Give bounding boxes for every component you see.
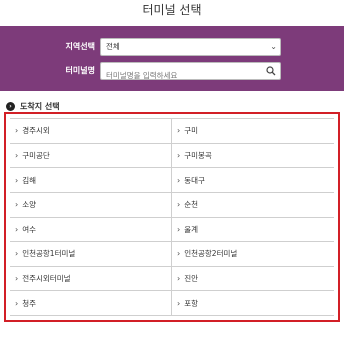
chevron-right-icon: › [15, 150, 19, 160]
terminal-name: 포항 [184, 298, 199, 308]
chevron-right-icon: › [15, 274, 19, 284]
terminal-search-box [100, 62, 281, 84]
chevron-right-icon: › [177, 150, 181, 160]
terminal-item[interactable]: › 순천 [172, 193, 334, 218]
destination-heading-label: 도착지 선택 [20, 101, 60, 111]
region-select[interactable]: 전체 ⌄ [100, 38, 281, 56]
terminal-item[interactable]: › 소양 [10, 192, 172, 218]
terminal-item[interactable]: › 청주 [10, 291, 172, 316]
chevron-right-icon: › [15, 126, 19, 136]
terminal-name: 울계 [184, 224, 199, 234]
region-row: 지역선택 전체 ⌄ [0, 38, 344, 56]
terminal-item[interactable]: › 포항 [172, 291, 334, 316]
terminal-item[interactable]: › 여수 [10, 217, 172, 243]
terminal-item[interactable]: › 진안 [172, 267, 334, 292]
terminal-item[interactable]: › 구미봉곡 [172, 144, 334, 169]
terminal-item[interactable]: › 인천공항1터미널 [10, 242, 172, 267]
terminal-name: 전주시외터미널 [22, 274, 71, 284]
terminal-label: 터미널명 [65, 66, 95, 75]
terminal-item[interactable]: › 동대구 [172, 168, 334, 193]
chevron-right-icon: › [177, 175, 181, 185]
chevron-right-icon: › [177, 249, 181, 259]
terminal-name: 진안 [184, 274, 199, 284]
terminal-name: 청주 [22, 298, 37, 308]
terminal-name: 경주시외 [22, 126, 50, 136]
terminal-name: 순천 [184, 200, 199, 210]
terminal-name: 구미공단 [22, 150, 50, 160]
destination-list-frame: › 경주시외 › 구미 › 구미공단 › 구미봉곡 › 김해 › 동대구 › 소양 › 순천 ›… [4, 112, 340, 322]
chevron-right-icon: › [15, 200, 19, 210]
chevron-right-icon: › [177, 298, 181, 308]
region-label: 지역선택 [65, 42, 95, 51]
chevron-right-icon: › [177, 200, 181, 210]
chevron-down-icon: ⌄ [270, 42, 277, 51]
chevron-right-icon: › [177, 224, 181, 234]
chevron-right-icon: › [177, 274, 181, 284]
terminal-name: 인천공항2터미널 [184, 249, 238, 259]
terminal-name: 구미 [184, 126, 199, 136]
terminal-name: 구미봉곡 [184, 150, 212, 160]
filter-panel: 지역선택 전체 ⌄ 터미널명 [0, 26, 344, 91]
region-select-value: 전체 [106, 42, 120, 51]
terminal-item[interactable]: › 구미공단 [10, 143, 172, 169]
chevron-right-icon: › [177, 126, 181, 136]
terminal-item[interactable]: › 울계 [172, 218, 334, 243]
terminal-item[interactable]: › 구미 [172, 119, 334, 144]
page-title: 터미널 선택 [142, 3, 202, 17]
destination-heading: › 도착지 선택 [6, 100, 60, 112]
terminal-name: 여수 [22, 224, 37, 234]
terminal-item[interactable]: › 김해 [10, 168, 172, 193]
chevron-right-icon: › [15, 175, 19, 185]
terminal-row: 터미널명 [0, 62, 344, 84]
terminal-search-input[interactable] [101, 67, 261, 84]
chevron-right-icon: › [15, 298, 19, 308]
chevron-right-circle-icon: › [6, 101, 15, 111]
search-icon[interactable] [266, 66, 276, 76]
terminal-item[interactable]: › 전주시외터미널 [10, 266, 172, 292]
terminal-name: 소양 [22, 200, 37, 210]
terminal-name: 인천공항1터미널 [22, 249, 76, 259]
chevron-right-icon: › [15, 249, 19, 259]
destination-grid: › 경주시외 › 구미 › 구미공단 › 구미봉곡 › 김해 › 동대구 › 소양 › 순천 ›… [10, 118, 334, 316]
chevron-right-icon: › [15, 224, 19, 234]
terminal-name: 동대구 [184, 175, 205, 185]
terminal-item[interactable]: › 경주시외 [10, 119, 172, 144]
terminal-item[interactable]: › 인천공항2터미널 [172, 242, 334, 267]
terminal-name: 김해 [22, 175, 37, 185]
